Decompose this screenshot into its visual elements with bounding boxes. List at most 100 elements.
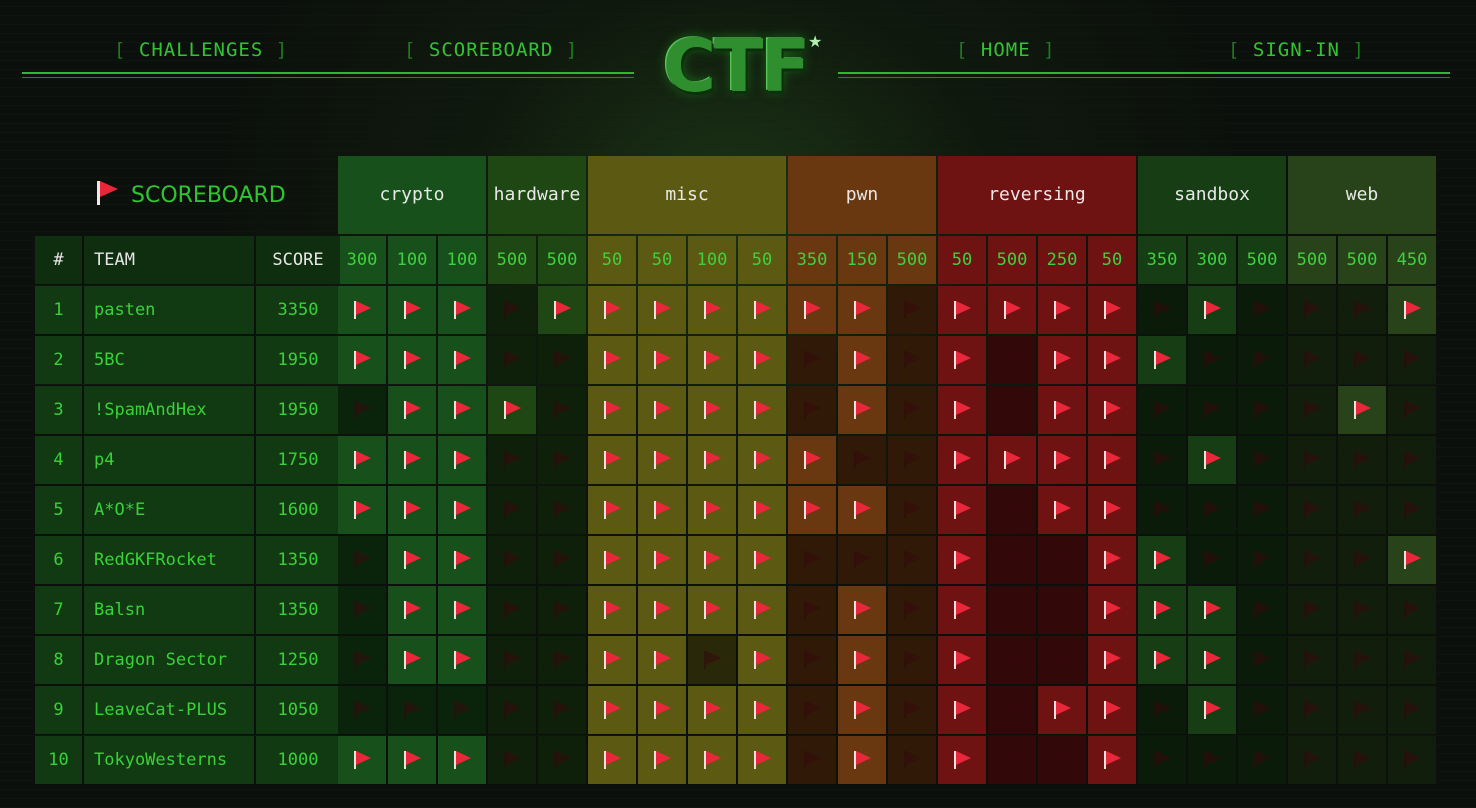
solve-cell[interactable] xyxy=(538,636,586,684)
solve-cell[interactable] xyxy=(738,686,786,734)
solve-cell[interactable] xyxy=(1238,586,1286,634)
solve-cell[interactable] xyxy=(788,586,836,634)
solve-cell[interactable] xyxy=(638,336,686,384)
solve-cell[interactable] xyxy=(688,686,736,734)
solve-cell[interactable] xyxy=(838,336,886,384)
solve-cell[interactable] xyxy=(688,736,736,784)
solve-cell[interactable] xyxy=(1338,636,1386,684)
solve-cell[interactable] xyxy=(388,436,436,484)
solve-cell[interactable] xyxy=(1288,636,1336,684)
solve-cell[interactable] xyxy=(638,586,686,634)
solve-cell[interactable] xyxy=(538,286,586,334)
solve-cell[interactable] xyxy=(488,486,536,534)
solve-cell[interactable] xyxy=(988,286,1036,334)
solve-cell[interactable] xyxy=(588,636,636,684)
solve-cell[interactable] xyxy=(588,436,636,484)
solve-cell[interactable] xyxy=(338,636,386,684)
team-name[interactable]: TokyoWesterns xyxy=(84,736,254,784)
solve-cell[interactable] xyxy=(688,586,736,634)
solve-cell[interactable] xyxy=(1288,736,1336,784)
solve-cell[interactable] xyxy=(338,486,386,534)
solve-cell[interactable] xyxy=(738,386,786,434)
solve-cell[interactable] xyxy=(1038,286,1086,334)
nav-challenges-link[interactable]: [ CHALLENGES ] xyxy=(114,34,288,66)
solve-cell[interactable] xyxy=(1038,636,1086,684)
solve-cell[interactable] xyxy=(1138,386,1186,434)
solve-cell[interactable] xyxy=(738,736,786,784)
solve-cell[interactable] xyxy=(438,386,486,434)
solve-cell[interactable] xyxy=(888,336,936,384)
solve-cell[interactable] xyxy=(688,336,736,384)
solve-cell[interactable] xyxy=(1338,486,1386,534)
solve-cell[interactable] xyxy=(988,386,1036,434)
solve-cell[interactable] xyxy=(1188,686,1236,734)
solve-cell[interactable] xyxy=(988,686,1036,734)
solve-cell[interactable] xyxy=(538,536,586,584)
solve-cell[interactable] xyxy=(1338,436,1386,484)
solve-cell[interactable] xyxy=(788,536,836,584)
solve-cell[interactable] xyxy=(1188,436,1236,484)
solve-cell[interactable] xyxy=(1388,386,1436,434)
solve-cell[interactable] xyxy=(338,386,386,434)
solve-cell[interactable] xyxy=(1138,686,1186,734)
solve-cell[interactable] xyxy=(888,736,936,784)
solve-cell[interactable] xyxy=(388,536,436,584)
solve-cell[interactable] xyxy=(888,386,936,434)
solve-cell[interactable] xyxy=(588,486,636,534)
solve-cell[interactable] xyxy=(888,686,936,734)
solve-cell[interactable] xyxy=(638,486,686,534)
solve-cell[interactable] xyxy=(1088,636,1136,684)
solve-cell[interactable] xyxy=(1288,536,1336,584)
solve-cell[interactable] xyxy=(1088,686,1136,734)
solve-cell[interactable] xyxy=(1088,286,1136,334)
solve-cell[interactable] xyxy=(738,636,786,684)
solve-cell[interactable] xyxy=(1188,636,1236,684)
solve-cell[interactable] xyxy=(1138,736,1186,784)
team-name[interactable]: 5BC xyxy=(84,336,254,384)
solve-cell[interactable] xyxy=(1038,736,1086,784)
solve-cell[interactable] xyxy=(338,586,386,634)
solve-cell[interactable] xyxy=(1038,386,1086,434)
solve-cell[interactable] xyxy=(938,386,986,434)
solve-cell[interactable] xyxy=(688,436,736,484)
solve-cell[interactable] xyxy=(788,336,836,384)
solve-cell[interactable] xyxy=(588,536,636,584)
solve-cell[interactable] xyxy=(588,586,636,634)
solve-cell[interactable] xyxy=(738,436,786,484)
solve-cell[interactable] xyxy=(488,286,536,334)
solve-cell[interactable] xyxy=(1288,686,1336,734)
solve-cell[interactable] xyxy=(788,486,836,534)
solve-cell[interactable] xyxy=(988,536,1036,584)
solve-cell[interactable] xyxy=(1138,336,1186,384)
solve-cell[interactable] xyxy=(338,686,386,734)
solve-cell[interactable] xyxy=(488,536,536,584)
solve-cell[interactable] xyxy=(638,636,686,684)
solve-cell[interactable] xyxy=(638,536,686,584)
team-name[interactable]: A*O*E xyxy=(84,486,254,534)
solve-cell[interactable] xyxy=(1238,336,1286,384)
solve-cell[interactable] xyxy=(1188,386,1236,434)
solve-cell[interactable] xyxy=(388,686,436,734)
team-name[interactable]: !SpamAndHex xyxy=(84,386,254,434)
nav-sign-in-link[interactable]: [ SIGN-IN ] xyxy=(1228,34,1365,66)
solve-cell[interactable] xyxy=(938,486,986,534)
solve-cell[interactable] xyxy=(988,636,1036,684)
solve-cell[interactable] xyxy=(538,686,586,734)
solve-cell[interactable] xyxy=(1088,486,1136,534)
solve-cell[interactable] xyxy=(1388,336,1436,384)
solve-cell[interactable] xyxy=(738,586,786,634)
solve-cell[interactable] xyxy=(638,436,686,484)
solve-cell[interactable] xyxy=(338,736,386,784)
solve-cell[interactable] xyxy=(1138,636,1186,684)
solve-cell[interactable] xyxy=(1238,436,1286,484)
solve-cell[interactable] xyxy=(1088,436,1136,484)
solve-cell[interactable] xyxy=(588,386,636,434)
solve-cell[interactable] xyxy=(1188,336,1236,384)
solve-cell[interactable] xyxy=(538,736,586,784)
solve-cell[interactable] xyxy=(338,286,386,334)
solve-cell[interactable] xyxy=(1338,386,1386,434)
solve-cell[interactable] xyxy=(1338,286,1386,334)
solve-cell[interactable] xyxy=(1238,686,1286,734)
solve-cell[interactable] xyxy=(1388,536,1436,584)
solve-cell[interactable] xyxy=(838,286,886,334)
